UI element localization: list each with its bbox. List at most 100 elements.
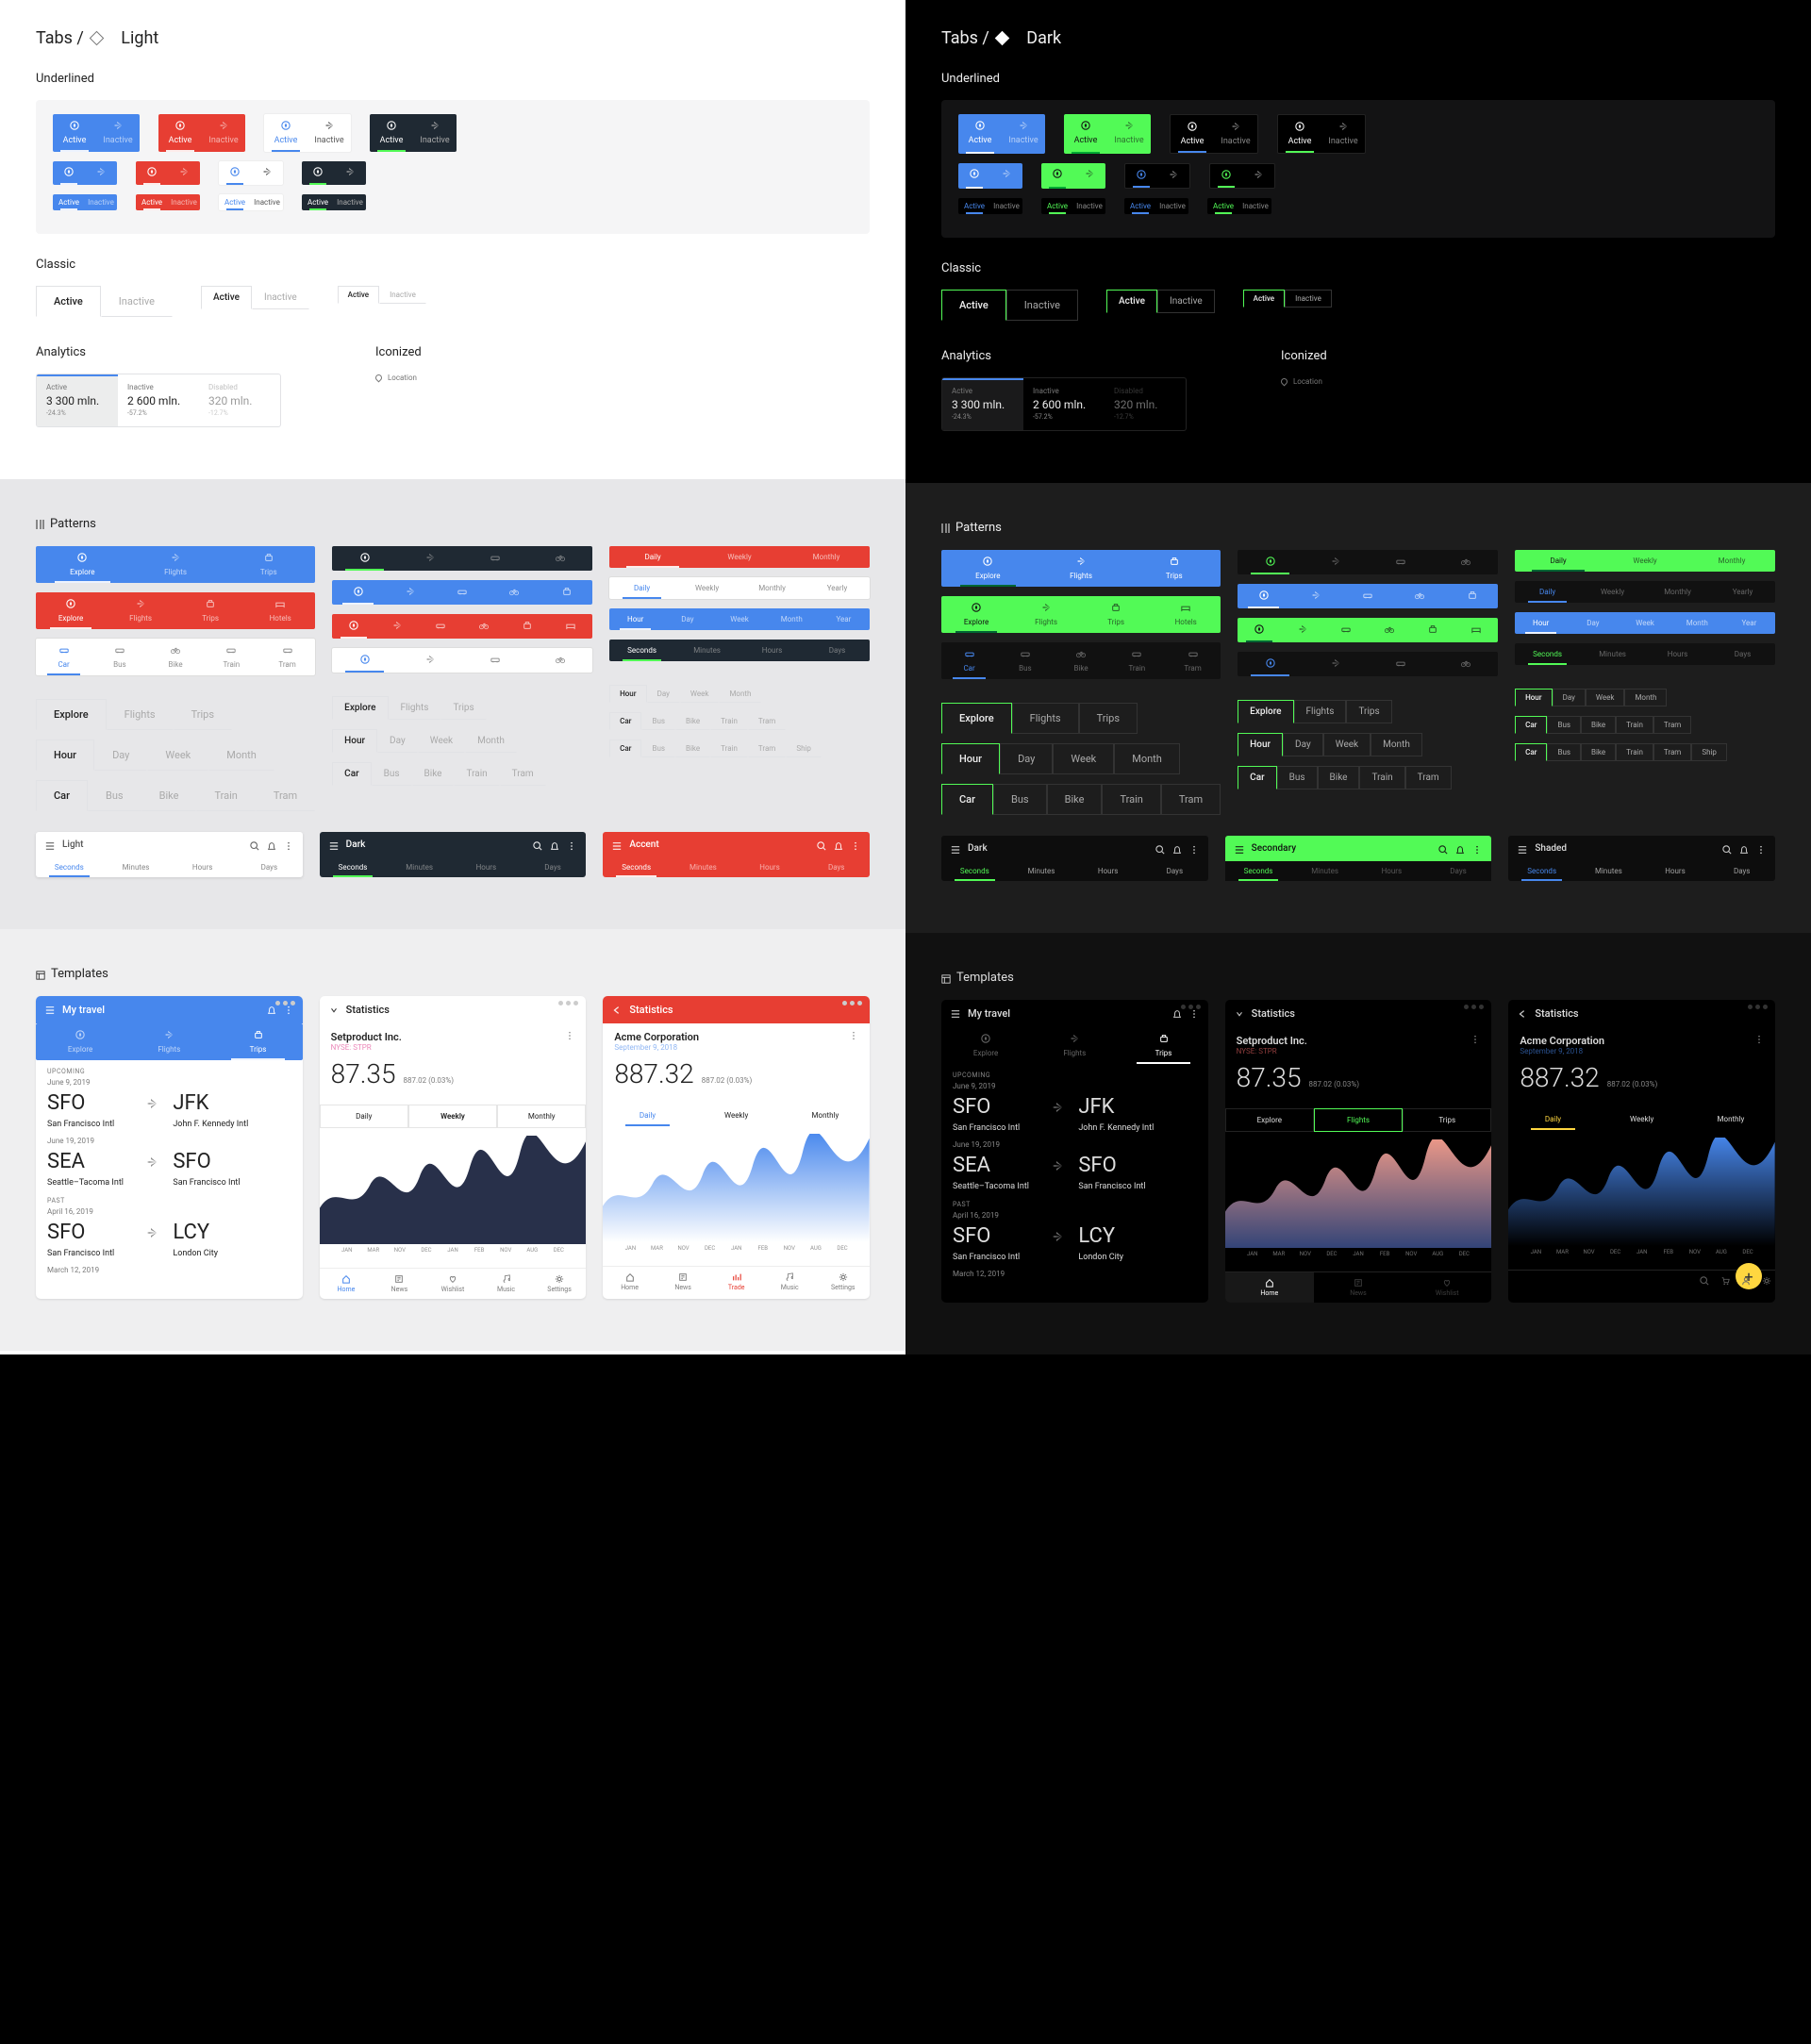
hbar-time-dark[interactable]: SecondsMinutesHoursDays xyxy=(609,640,870,661)
more-icon[interactable] xyxy=(284,1005,293,1015)
hbar-icons-blue[interactable] xyxy=(1238,584,1498,608)
tab-label-black-blue2[interactable]: ActiveInactive xyxy=(1124,198,1188,214)
tab-label-white[interactable]: ActiveInactive xyxy=(219,194,283,210)
more-icon[interactable] xyxy=(851,840,860,850)
tab-underlined-black-blue[interactable]: ActiveInactive xyxy=(1170,114,1258,154)
menu-icon[interactable] xyxy=(1518,844,1527,854)
analytics-tabs[interactable]: Active3 300 mln.-24.3% Inactive2 600 mln… xyxy=(941,377,1187,431)
hbar-time-blue[interactable]: HourDayWeekMonthYear xyxy=(1515,612,1775,634)
tab-label-black-green[interactable]: ActiveInactive xyxy=(1041,198,1105,214)
bell-icon[interactable] xyxy=(1172,844,1182,854)
menu-icon[interactable] xyxy=(612,840,622,850)
more-icon[interactable] xyxy=(1754,1035,1764,1044)
bell-icon[interactable] xyxy=(1455,844,1465,854)
more-icon[interactable] xyxy=(1189,1009,1199,1019)
tab-label-black-blue[interactable]: ActiveInactive xyxy=(958,198,1022,214)
search-icon[interactable] xyxy=(1155,844,1165,854)
hbar-icons-dark-blue[interactable] xyxy=(1238,652,1498,676)
bell-icon[interactable] xyxy=(550,840,559,850)
stats-tabs-a[interactable]: ExploreFlightsTrips xyxy=(1225,1108,1492,1132)
bell-icon[interactable] xyxy=(834,840,843,850)
analytics-tabs[interactable]: Active3 300 mln.-24.3% Inactive2 600 mln… xyxy=(36,374,281,427)
template-stats-dark-a: Statistics Setproduct Inc.NYSE: STPR 87.… xyxy=(1225,1000,1492,1303)
back-icon[interactable] xyxy=(612,1005,622,1015)
tab-icon-green[interactable] xyxy=(1041,163,1105,189)
more-icon[interactable] xyxy=(565,1031,574,1040)
more-icon[interactable] xyxy=(1756,844,1766,854)
tab-underlined-dark[interactable]: ActiveInactive xyxy=(370,114,457,152)
bell-icon[interactable] xyxy=(267,840,276,850)
tab-underlined-red[interactable]: ActiveInactive xyxy=(158,114,245,152)
gear-icon[interactable] xyxy=(1762,1276,1771,1286)
bottom-nav-b[interactable]: HomeNewsTradeMusicSettings xyxy=(603,1266,870,1297)
tab-underlined-white[interactable]: ActiveInactive xyxy=(264,114,351,152)
hbar-time-dark[interactable]: SecondsMinutesHoursDays xyxy=(1515,643,1775,665)
tab-icon-blue[interactable] xyxy=(958,163,1022,189)
hbar-icons-green[interactable] xyxy=(1238,618,1498,642)
chevron-down-icon[interactable] xyxy=(329,1005,339,1015)
hbar-explore-red[interactable]: ExploreFlightsTripsHotels xyxy=(36,592,315,629)
stats-tabs-a[interactable]: DailyWeeklyMonthly xyxy=(320,1105,587,1128)
search-icon[interactable] xyxy=(1700,1276,1709,1286)
menu-icon[interactable] xyxy=(45,1005,55,1015)
menu-icon[interactable] xyxy=(951,844,960,854)
hbar-period-dark[interactable]: DailyWeeklyMonthlyYearly xyxy=(1515,581,1775,603)
search-icon[interactable] xyxy=(533,840,542,850)
user-icon[interactable] xyxy=(1741,1276,1751,1286)
travel-tabs[interactable]: ExploreFlightsTrips xyxy=(36,1023,303,1060)
more-icon[interactable] xyxy=(1189,844,1199,854)
search-icon[interactable] xyxy=(1722,844,1732,854)
tab-icon-dark[interactable] xyxy=(302,161,366,185)
menu-icon[interactable] xyxy=(1235,844,1244,854)
tab-label-black-green2[interactable]: ActiveInactive xyxy=(1207,198,1271,214)
tab-label-dark[interactable]: ActiveInactive xyxy=(302,194,366,210)
tab-underlined-green[interactable]: ActiveInactive xyxy=(1064,114,1151,154)
hbar-explore-blue[interactable]: ExploreFlightsTrips xyxy=(36,546,315,583)
tab-underlined-black-green[interactable]: ActiveInactive xyxy=(1277,114,1366,154)
chevron-down-icon[interactable] xyxy=(1235,1009,1244,1019)
tab-icon-blue[interactable] xyxy=(53,161,117,185)
hbar-time-blue[interactable]: HourDayWeekMonthYear xyxy=(609,608,870,630)
back-icon[interactable] xyxy=(1518,1009,1527,1019)
hbar-explore-green[interactable]: ExploreFlightsTripsHotels xyxy=(941,596,1221,633)
search-icon[interactable] xyxy=(1438,844,1448,854)
more-icon[interactable] xyxy=(567,840,576,850)
stats-tabs-b[interactable]: DailyWeeklyMonthly xyxy=(1508,1108,1775,1130)
search-icon[interactable] xyxy=(250,840,259,850)
more-icon[interactable] xyxy=(284,840,293,850)
tab-icon-white[interactable] xyxy=(219,161,283,185)
hbar-transport-dark[interactable]: CarBusBikeTrainTram xyxy=(941,642,1221,679)
bell-icon[interactable] xyxy=(267,1005,276,1015)
hbar-icons-white[interactable] xyxy=(332,648,592,673)
hbar-icons-dark[interactable] xyxy=(332,546,592,571)
tab-underlined-blue[interactable]: ActiveInactive xyxy=(53,114,140,152)
stats-tabs-b[interactable]: DailyWeeklyMonthly xyxy=(603,1105,870,1126)
hbar-period-red[interactable]: DailyWeeklyMonthly xyxy=(609,546,870,568)
search-icon[interactable] xyxy=(817,840,826,850)
hbar-explore-blue[interactable]: ExploreFlightsTrips xyxy=(941,550,1221,587)
travel-tabs[interactable]: ExploreFlightsTrips xyxy=(941,1027,1208,1064)
hbar-icons-red[interactable] xyxy=(332,614,592,639)
tab-icon-black-blue[interactable] xyxy=(1124,163,1190,189)
tab-icon-red[interactable] xyxy=(136,161,200,185)
more-icon[interactable] xyxy=(849,1031,858,1040)
tab-underlined-blue[interactable]: ActiveInactive xyxy=(958,114,1045,154)
cart-icon[interactable] xyxy=(1720,1276,1730,1286)
bell-icon[interactable] xyxy=(1172,1009,1182,1019)
bottom-nav-a[interactable]: HomeNewsWishlist xyxy=(1225,1271,1492,1303)
menu-icon[interactable] xyxy=(951,1009,960,1019)
tab-label-red[interactable]: ActiveInactive xyxy=(136,194,200,210)
hbar-transport-white[interactable]: CarBusBikeTrainTram xyxy=(36,639,315,675)
hbar-period-white[interactable]: DailyWeeklyMonthlyYearly xyxy=(609,577,870,599)
hbar-period-green[interactable]: DailyWeeklyMonthly xyxy=(1515,550,1775,572)
hbar-icons-blue[interactable] xyxy=(332,580,592,605)
tab-label-blue[interactable]: ActiveInactive xyxy=(53,194,117,210)
menu-icon[interactable] xyxy=(329,840,339,850)
tab-icon-black-green[interactable] xyxy=(1209,163,1275,189)
menu-icon[interactable] xyxy=(45,840,55,850)
bell-icon[interactable] xyxy=(1739,844,1749,854)
bottom-nav-a[interactable]: HomeNewsWishlistMusicSettings xyxy=(320,1268,587,1299)
hbar-icons-dark[interactable] xyxy=(1238,550,1498,574)
more-icon[interactable] xyxy=(1470,1035,1480,1044)
more-icon[interactable] xyxy=(1472,844,1482,854)
